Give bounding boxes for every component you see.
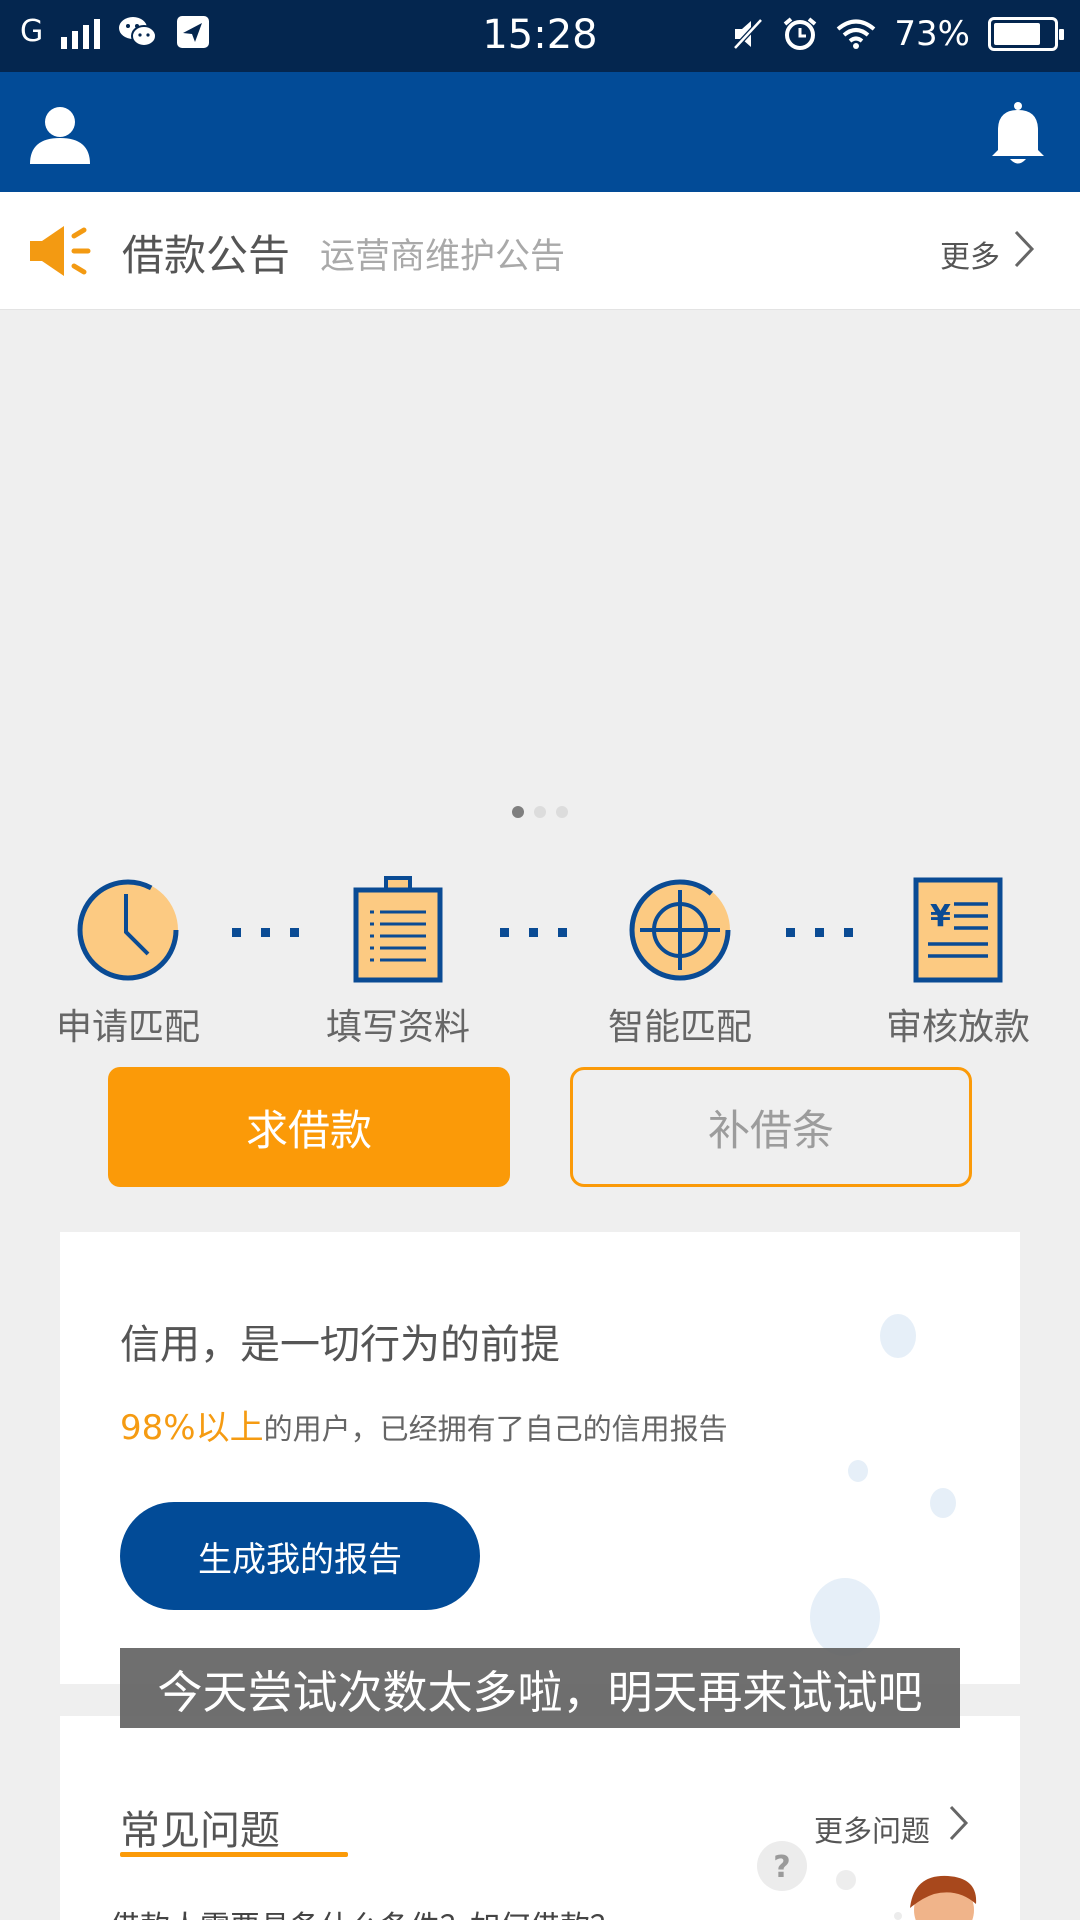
- notice-text[interactable]: 运营商维护公告: [320, 228, 565, 279]
- alarm-icon: [784, 17, 817, 50]
- battery-icon: [988, 17, 1064, 51]
- status-bar: G 15:28 73%: [0, 0, 1080, 72]
- credit-title: 信用，是一切行为的前提: [120, 1322, 560, 1368]
- mute-icon: [733, 18, 764, 50]
- svg-text:¥: ¥: [930, 899, 951, 934]
- notice-bar[interactable]: 借款公告 运营商维护公告 更多: [0, 192, 1080, 310]
- borrow-button[interactable]: 求借款: [108, 1067, 510, 1187]
- decor-bubble: [880, 1314, 916, 1358]
- chevron-right-icon[interactable]: [948, 1804, 970, 1842]
- status-right: 73%: [732, 14, 1064, 54]
- wifi-icon: [837, 19, 876, 49]
- banner-carousel[interactable]: [0, 311, 1080, 846]
- carousel-dot: [556, 806, 568, 818]
- faq-card: 常见问题 更多问题 ? 借款人需要具备什么条件？如何借款？: [60, 1716, 1020, 1920]
- step-smart-match: 智能匹配: [600, 876, 760, 1050]
- faq-title-underline: [120, 1852, 348, 1857]
- notice-title: 借款公告: [122, 231, 291, 280]
- step-fill-info: 填写资料: [318, 876, 478, 1050]
- step-label: 申请匹配: [55, 1007, 200, 1048]
- decor-bubble: [810, 1578, 880, 1656]
- step-connector: [786, 928, 853, 937]
- bell-icon[interactable]: [988, 100, 1048, 166]
- generate-report-button[interactable]: 生成我的报告: [120, 1502, 480, 1610]
- faq-title: 常见问题: [120, 1808, 280, 1854]
- iou-button[interactable]: 补借条: [570, 1067, 972, 1187]
- step-apply-match: 申请匹配: [48, 876, 208, 1050]
- mascot-illustration: [894, 1875, 977, 1920]
- step-connector: [232, 928, 299, 937]
- credit-card: 信用，是一切行为的前提 98%以上的用户，已经拥有了自己的信用报告 生成我的报告: [60, 1232, 1020, 1684]
- carousel-dot-active: [512, 806, 524, 818]
- step-connector: [500, 928, 567, 937]
- credit-subtitle: 98%以上的用户，已经拥有了自己的信用报告: [120, 1400, 728, 1449]
- help-icon: ?: [757, 1841, 807, 1891]
- user-icon[interactable]: [28, 102, 92, 166]
- notice-more-link[interactable]: 更多: [940, 232, 1000, 276]
- step-label: 智能匹配: [607, 1007, 752, 1048]
- target-icon: [629, 879, 731, 981]
- faq-more-link[interactable]: 更多问题: [814, 1808, 930, 1850]
- faq-question[interactable]: 借款人需要具备什么条件？如何借款？: [110, 1902, 620, 1920]
- chevron-right-icon[interactable]: [1012, 228, 1036, 270]
- clock-icon: [77, 879, 179, 981]
- decor-bubble: [848, 1460, 868, 1482]
- megaphone-icon: [30, 226, 91, 276]
- toast-message: 今天尝试次数太多啦，明天再来试试吧: [120, 1648, 960, 1728]
- battery-percent: 73%: [894, 14, 970, 54]
- clipboard-icon: [353, 876, 443, 983]
- invoice-icon: ¥: [913, 877, 1003, 983]
- step-review-loan: ¥ 审核放款: [878, 876, 1038, 1050]
- carousel-dot: [534, 806, 546, 818]
- svg-text:?: ?: [773, 1850, 790, 1885]
- app-bar: [0, 72, 1080, 192]
- step-label: 填写资料: [325, 1007, 470, 1048]
- credit-subtitle-text: 的用户，已经拥有了自己的信用报告: [263, 1412, 728, 1446]
- carousel-indicator: [0, 806, 1080, 818]
- decor-bubble: [930, 1488, 956, 1518]
- credit-highlight: 98%以上: [120, 1408, 264, 1448]
- decor-bubble: [836, 1870, 856, 1890]
- step-label: 审核放款: [885, 1007, 1030, 1048]
